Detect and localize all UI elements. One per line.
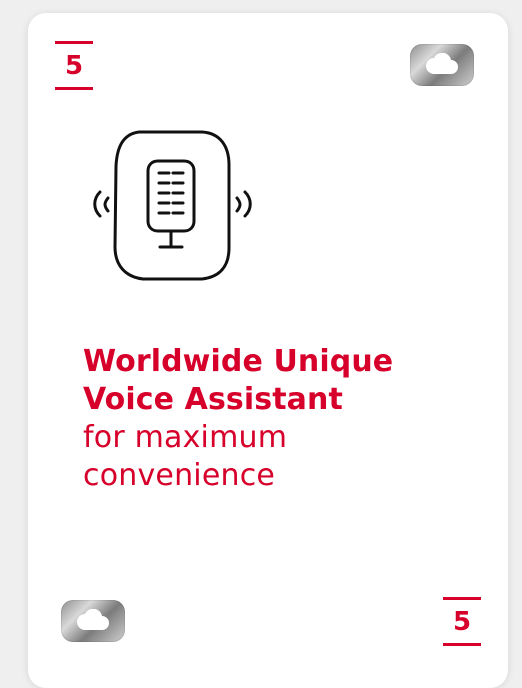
bottom-line	[55, 87, 93, 90]
subline-2: convenience	[83, 458, 276, 493]
bottom-right-number: 5	[452, 607, 472, 637]
subline-1: for maximum	[83, 420, 288, 455]
bottom-right-number-badge: 5	[443, 597, 481, 646]
cloud-icon	[77, 609, 109, 630]
cloud-badge-bottom-left	[61, 600, 125, 642]
bottom-line	[443, 643, 481, 646]
feature-card: 5 Worldwide Unique Voice Assistant for m…	[28, 13, 508, 688]
top-left-number: 5	[64, 51, 84, 81]
voice-assistant-icon	[93, 130, 252, 281]
feature-headline: Worldwide Unique Voice Assistant for max…	[83, 343, 473, 495]
cloud-icon	[426, 53, 458, 74]
headline-line-2: Voice Assistant	[83, 382, 343, 417]
top-left-number-badge: 5	[55, 41, 93, 90]
cloud-badge-top-right	[410, 44, 474, 86]
headline-line-1: Worldwide Unique	[83, 344, 394, 379]
